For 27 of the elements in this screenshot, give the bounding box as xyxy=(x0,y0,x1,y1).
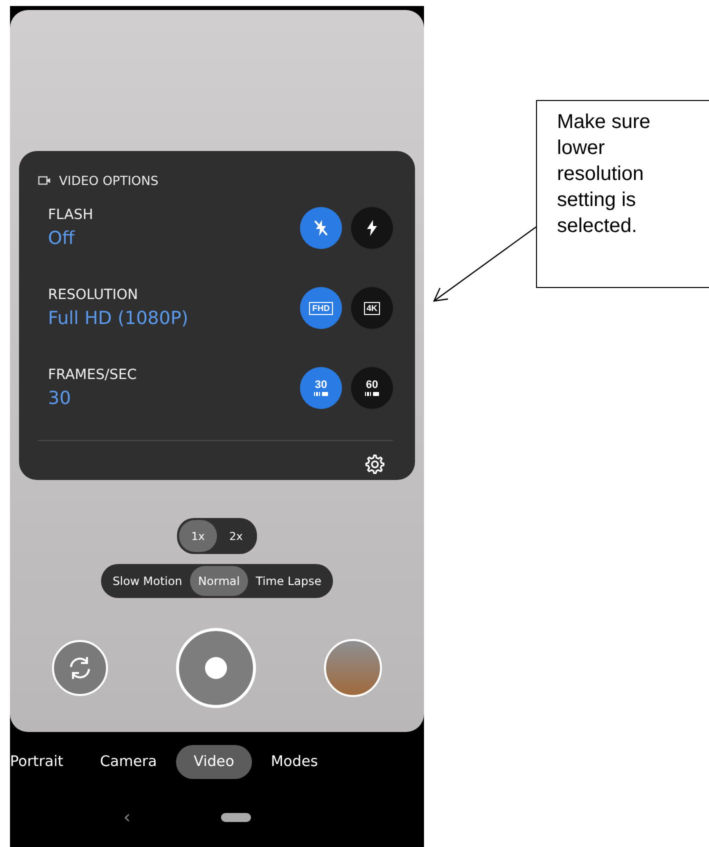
mode-tab[interactable]: Modes xyxy=(252,744,336,779)
callout-text: Make sure lower resolution setting is selected. xyxy=(557,111,650,237)
flash-button[interactable] xyxy=(351,207,393,249)
frame-rate-button[interactable]: 30 xyxy=(300,367,342,409)
zoom-option[interactable]: 2x xyxy=(217,520,255,552)
resolution-button[interactable]: 4K xyxy=(351,287,393,329)
back-button[interactable]: ‹ xyxy=(123,807,131,828)
zoom-option[interactable]: 1x xyxy=(179,520,217,552)
panel-title: VIDEO OPTIONS xyxy=(59,173,158,188)
mode-tab[interactable]: Camera xyxy=(82,744,175,779)
speed-option[interactable]: Normal xyxy=(190,566,248,596)
frame-rate-button[interactable]: 60 xyxy=(351,367,393,409)
mode-tab[interactable]: Portrait xyxy=(10,744,82,779)
home-button[interactable] xyxy=(220,813,251,822)
setting-value: 30 xyxy=(48,388,72,409)
resolution-button[interactable]: FHD xyxy=(300,287,342,329)
mode-tab[interactable]: Video xyxy=(176,744,252,779)
setting-value: Off xyxy=(48,228,76,249)
speed-option[interactable]: Slow Motion xyxy=(104,566,190,596)
video-camera-icon xyxy=(38,175,51,186)
setting-label: FLASH xyxy=(48,207,94,223)
settings-icon[interactable] xyxy=(363,453,385,475)
setting-label: FRAMES/SEC xyxy=(48,367,137,383)
flash-off-button[interactable] xyxy=(300,207,342,249)
setting-label: RESOLUTION xyxy=(48,287,140,303)
speed-option[interactable]: Time Lapse xyxy=(248,566,330,596)
setting-value: Full HD (1080P) xyxy=(48,308,188,329)
